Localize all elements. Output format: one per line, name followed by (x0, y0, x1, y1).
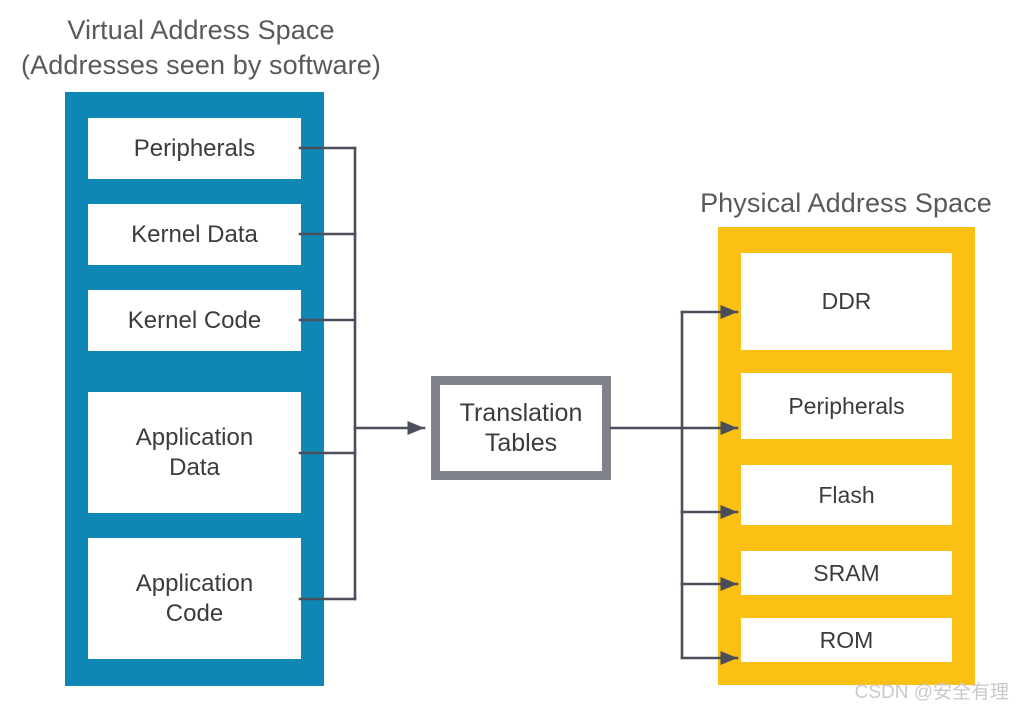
virtual-region-kernel-data[interactable]: Kernel Data (88, 204, 301, 265)
virtual-region-application-data[interactable]: Application Data (88, 392, 301, 513)
physical-region-peripherals[interactable]: Peripherals (741, 373, 952, 439)
virtual-address-space-title: Virtual Address Space (Addresses seen by… (21, 15, 381, 80)
physical-region-sram[interactable]: SRAM (741, 551, 952, 595)
physical-address-space-title: Physical Address Space (700, 188, 992, 218)
virtual-region-peripherals[interactable]: Peripherals (88, 118, 301, 179)
virtual-region-kernel-code[interactable]: Kernel Code (88, 290, 301, 351)
virtual-region-application-code[interactable]: Application Code (88, 538, 301, 659)
diagram-canvas: Virtual Address Space (Addresses seen by… (0, 0, 1019, 710)
translation-tables-box[interactable]: Translation Tables (431, 376, 611, 480)
physical-region-flash[interactable]: Flash (741, 465, 952, 525)
virtual-address-space-box: Peripherals Kernel Data Kernel Code Appl… (65, 92, 324, 686)
physical-region-ddr[interactable]: DDR (741, 253, 952, 350)
watermark-text: CSDN @安全有理 (854, 682, 1009, 703)
translation-tables-label: Translation Tables (440, 385, 602, 471)
physical-address-space-box: DDR Peripherals Flash SRAM ROM (718, 227, 975, 685)
physical-region-rom[interactable]: ROM (741, 618, 952, 662)
